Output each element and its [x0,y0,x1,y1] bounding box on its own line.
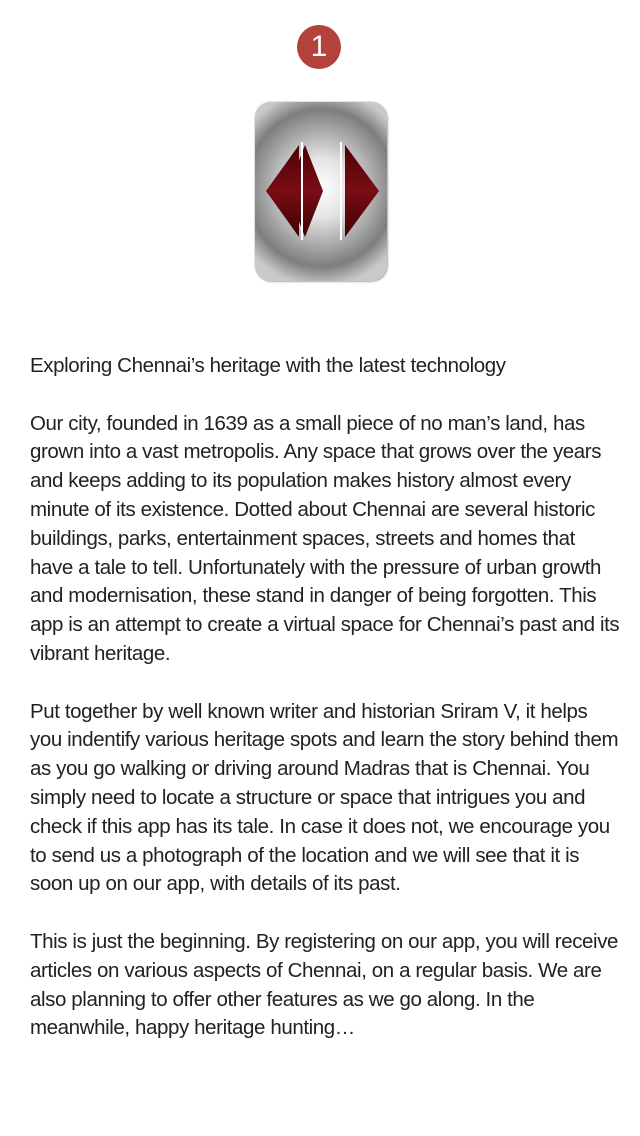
app-logo [255,102,387,281]
paragraph-registration: This is just the beginning. By registeri… [30,929,619,1040]
about-text: Exploring Chennai’s heritage with the la… [30,352,620,1072]
paragraph-history: Our city, founded in 1639 as a small pie… [30,411,620,665]
paragraph-about-app: Put together by well known writer and hi… [30,699,619,896]
headline: Exploring Chennai’s heritage with the la… [30,354,506,377]
heritage-diamond-logo-icon [266,142,379,240]
page-number-badge: 1 [297,25,341,69]
